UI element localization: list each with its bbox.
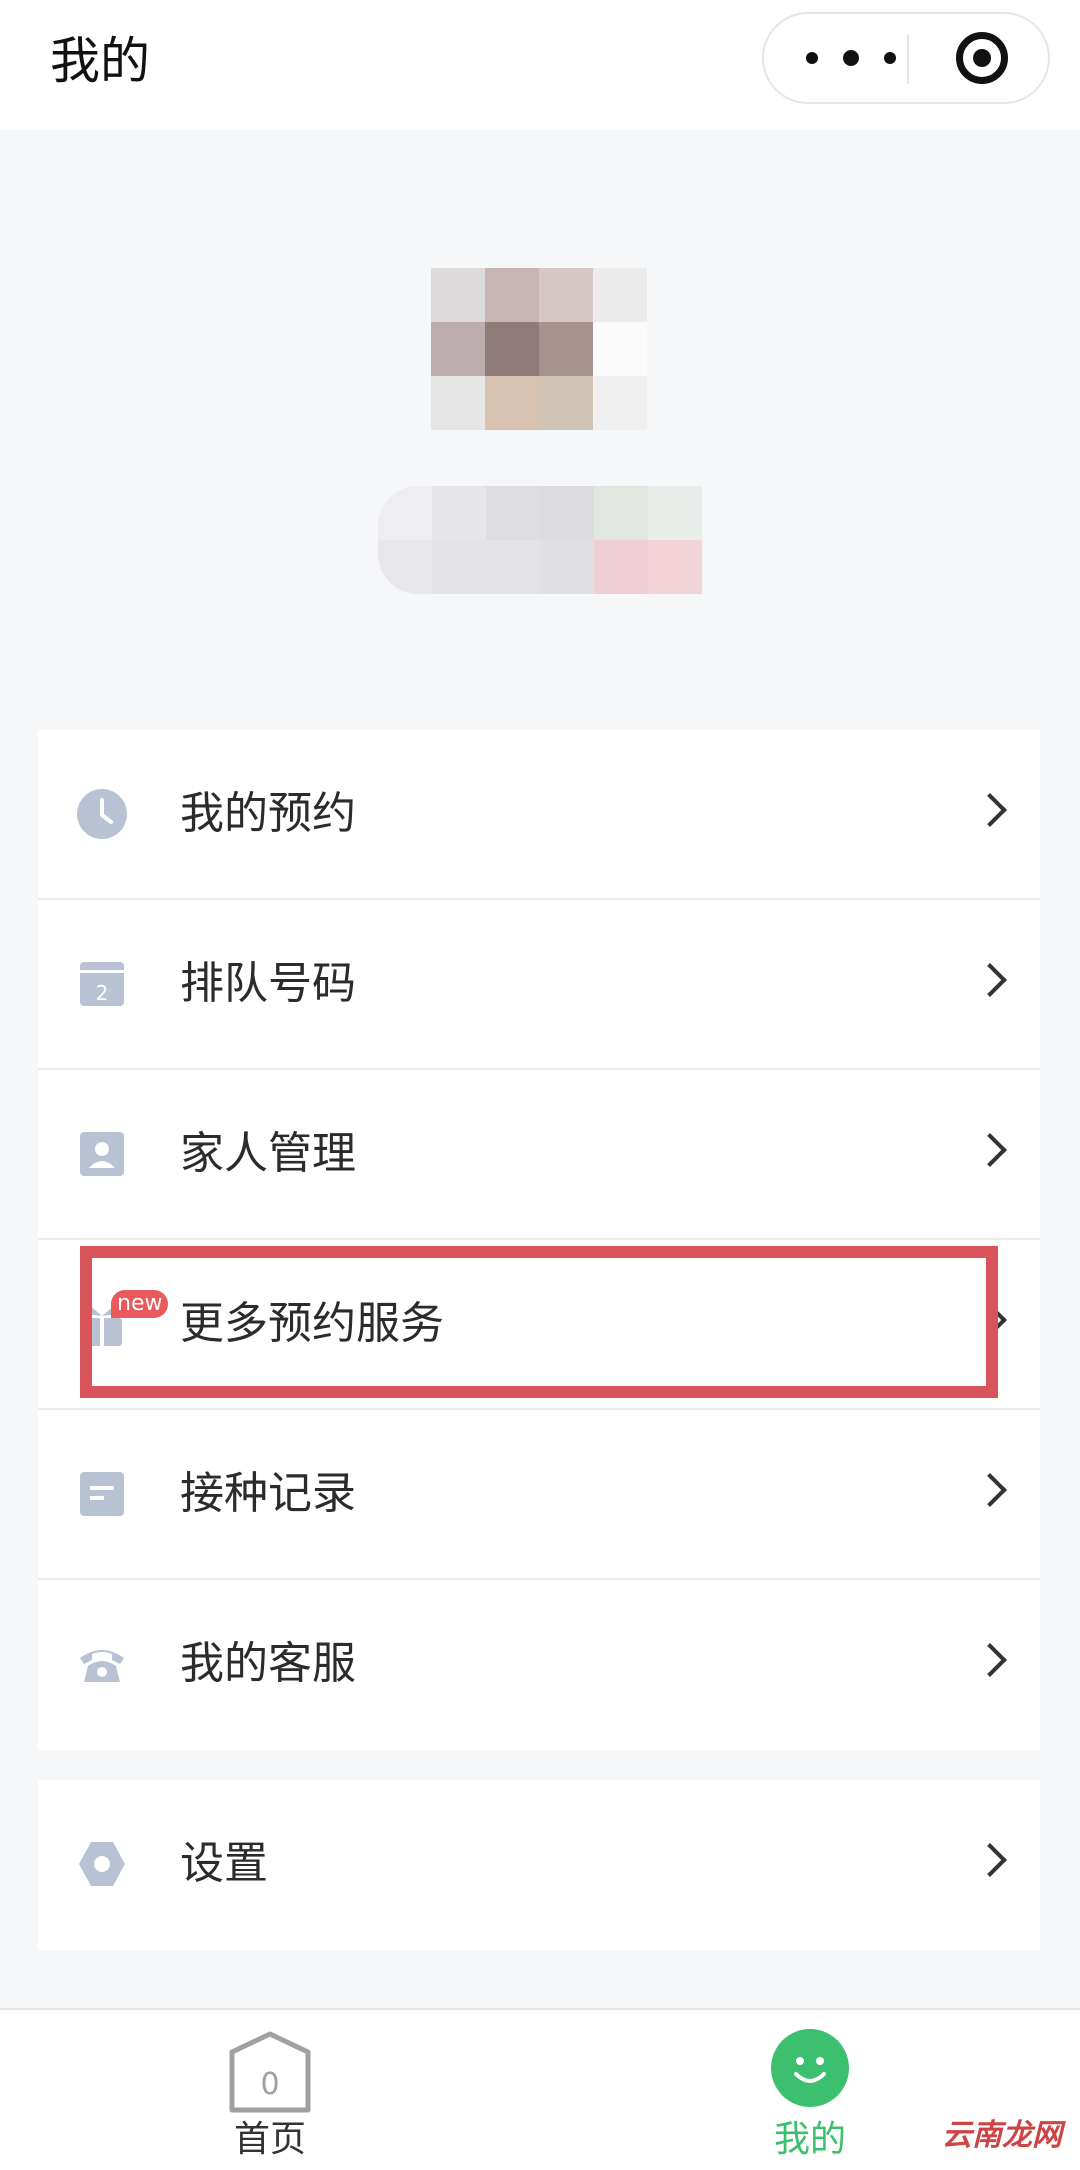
chevron-right-icon [973, 1133, 1007, 1167]
menu-card: 我的预约 2 排队号码 家人管理 new 更多预约服务 接种记录 我的客服 [38, 730, 1040, 1750]
telephone-icon [80, 1650, 124, 1682]
menu-item-label: 接种记录 [180, 1468, 356, 1519]
menu-item-vaccination-records[interactable]: 接种记录 [38, 1410, 1040, 1580]
menu-item-my-appointments[interactable]: 我的预约 [38, 730, 1040, 900]
home-hexagon-icon: 0 [229, 2031, 311, 2113]
menu-item-label: 家人管理 [180, 1128, 356, 1179]
menu-item-family-management[interactable]: 家人管理 [38, 1070, 1040, 1240]
chevron-right-icon [973, 1643, 1007, 1677]
highlight-box [80, 1246, 998, 1398]
avatar[interactable] [431, 268, 647, 430]
menu-item-label: 设置 [180, 1838, 268, 1889]
target-icon[interactable] [956, 32, 1008, 84]
chevron-right-icon [973, 793, 1007, 827]
watermark: 云南龙网 [942, 2118, 1062, 2153]
tab-label: 首页 [233, 2119, 306, 2160]
svg-text:2: 2 [96, 981, 109, 1005]
smile-face-icon [771, 2029, 849, 2107]
record-icon [80, 1472, 124, 1516]
more-dots-icon[interactable] [806, 40, 896, 76]
menu-item-label: 我的客服 [180, 1638, 356, 1689]
tab-label: 我的 [773, 2119, 846, 2160]
clock-icon [77, 789, 127, 839]
user-nickname-blurred [378, 486, 702, 594]
chevron-right-icon [973, 1843, 1007, 1877]
settings-card: 设置 [38, 1780, 1040, 1950]
queue-ticket-icon: 2 [80, 962, 124, 1006]
menu-item-customer-service[interactable]: 我的客服 [38, 1580, 1040, 1750]
menu-item-label: 排队号码 [180, 958, 356, 1009]
menu-item-label: 我的预约 [180, 788, 356, 839]
tab-mine[interactable]: 我的 [700, 2010, 920, 2170]
hexagon-settings-icon [79, 1842, 125, 1886]
svg-text:0: 0 [260, 2067, 279, 2102]
chevron-right-icon [973, 1473, 1007, 1507]
tab-home[interactable]: 0 首页 [160, 2010, 380, 2170]
page-title: 我的 [50, 32, 150, 90]
menu-item-queue-number[interactable]: 2 排队号码 [38, 900, 1040, 1070]
contact-card-icon [80, 1132, 124, 1176]
capsule-divider [907, 34, 909, 84]
bottom-tab-bar: 0 首页 我的 [0, 2008, 1080, 2170]
miniprogram-capsule [762, 12, 1050, 104]
title-bar: 我的 [0, 0, 1080, 130]
menu-item-settings[interactable]: 设置 [38, 1780, 1040, 1950]
chevron-right-icon [973, 963, 1007, 997]
